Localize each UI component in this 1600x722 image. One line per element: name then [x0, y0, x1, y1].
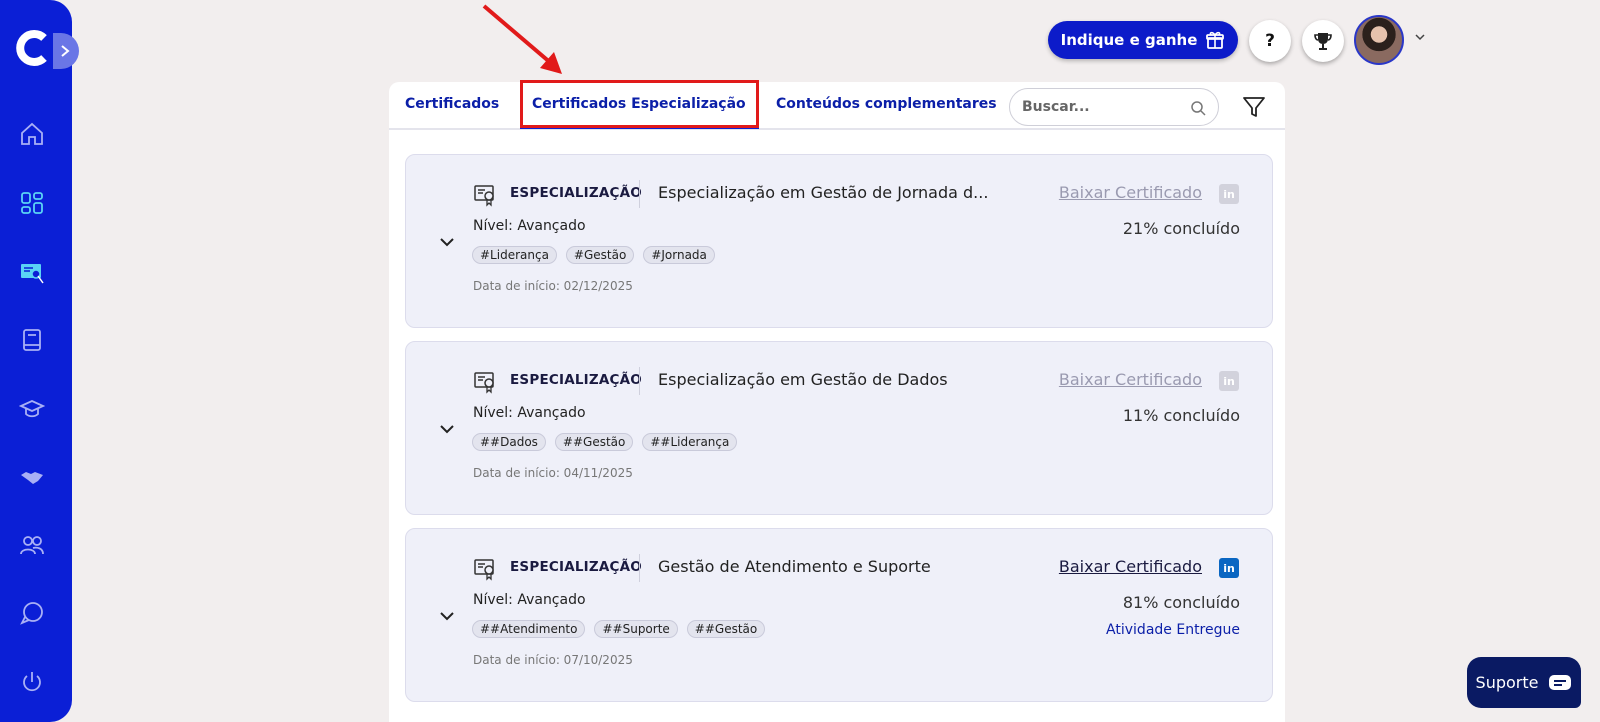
indique-label: Indique e ganhe [1060, 31, 1198, 49]
chevron-down-icon[interactable] [438, 420, 456, 438]
chat-bubble-icon [1549, 674, 1572, 690]
download-certificate-link[interactable]: Baixar Certificado [1059, 183, 1202, 202]
linkedin-icon[interactable]: in [1219, 184, 1239, 204]
users-icon[interactable] [18, 531, 46, 559]
search-box [1009, 88, 1219, 126]
download-certificate-link[interactable]: Baixar Certificado [1059, 557, 1202, 576]
certificate-icon[interactable] [18, 258, 46, 286]
annotation-highlight-box [520, 80, 759, 128]
tag-list: ##Atendimento ##Suporte ##Gestão [472, 620, 766, 638]
start-date: Data de início: 04/11/2025 [473, 466, 633, 480]
tab-certificados[interactable]: Certificados [405, 96, 499, 112]
course-type: ESPECIALIZAÇÃO [510, 372, 642, 388]
sidebar [0, 0, 79, 722]
course-title: Gestão de Atendimento e Suporte [658, 557, 931, 576]
divider [639, 367, 640, 395]
tag: ##Gestão [554, 433, 634, 451]
status-text: Atividade Entregue [1106, 622, 1240, 638]
search-icon[interactable] [1190, 100, 1206, 116]
dashboard-icon[interactable] [18, 189, 46, 217]
start-date: Data de início: 07/10/2025 [473, 653, 633, 667]
course-type: ESPECIALIZAÇÃO [510, 559, 642, 575]
indique-e-ganhe-button[interactable]: Indique e ganhe [1048, 21, 1238, 59]
tag-list: #Liderança #Gestão #Jornada [472, 246, 715, 264]
trophy-button[interactable] [1302, 20, 1344, 62]
chevron-down-icon[interactable] [1413, 30, 1427, 44]
start-date: Data de início: 02/12/2025 [473, 279, 633, 293]
linkedin-icon[interactable]: in [1219, 558, 1239, 578]
suporte-label: Suporte [1475, 673, 1539, 692]
power-icon[interactable] [18, 668, 46, 696]
sidebar-expand-button[interactable] [53, 33, 79, 69]
specialization-card: ESPECIALIZAÇÃO Especialização em Gestão … [405, 341, 1273, 515]
tag: #Jornada [643, 246, 715, 264]
tag: ##Suporte [594, 620, 678, 638]
suporte-button[interactable]: Suporte [1467, 657, 1581, 708]
linkedin-icon[interactable]: in [1219, 371, 1239, 391]
tag-list: ##Dados ##Gestão ##Liderança [472, 433, 738, 451]
certificate-icon [474, 559, 494, 581]
tag: ##Liderança [642, 433, 738, 451]
tag: ##Dados [472, 433, 546, 451]
home-icon[interactable] [18, 120, 46, 148]
course-title: Especialização em Gestão de Dados [658, 370, 948, 389]
specialization-card: ESPECIALIZAÇÃO Gestão de Atendimento e S… [405, 528, 1273, 702]
chevron-down-icon[interactable] [438, 607, 456, 625]
gift-icon [1206, 31, 1225, 49]
course-title: Especialização em Gestão de Jornada d... [658, 183, 989, 202]
tag: #Gestão [565, 246, 635, 264]
tag: ##Atendimento [472, 620, 586, 638]
certificate-icon [474, 372, 494, 394]
certificates-panel: Certificados Certificados Especialização… [389, 80, 1285, 722]
divider [639, 554, 640, 582]
progress-text: 21% concluído [1122, 219, 1240, 238]
c-logo-icon[interactable] [16, 30, 48, 66]
download-certificate-link[interactable]: Baixar Certificado [1059, 370, 1202, 389]
tag: #Liderança [472, 246, 557, 264]
progress-text: 81% concluído [1122, 593, 1240, 612]
chevron-down-icon[interactable] [438, 233, 456, 251]
trophy-icon [1314, 33, 1332, 50]
avatar[interactable] [1354, 15, 1404, 65]
chat-icon[interactable] [18, 599, 46, 627]
graduation-cap-icon[interactable] [18, 395, 46, 423]
certificate-icon [474, 185, 494, 207]
handshake-icon[interactable] [18, 463, 46, 491]
tag: ##Gestão [686, 620, 766, 638]
specialization-card: ESPECIALIZAÇÃO Especialização em Gestão … [405, 154, 1273, 328]
course-level: Nível: Avançado [473, 592, 586, 608]
annotation-arrow [482, 4, 562, 74]
help-label: ? [1265, 31, 1275, 51]
course-level: Nível: Avançado [473, 405, 586, 421]
filter-icon[interactable] [1241, 94, 1267, 120]
tab-conteudos-complementares[interactable]: Conteúdos complementares [776, 96, 997, 112]
tabs-bar: Certificados Certificados Especialização… [389, 80, 1285, 130]
course-level: Nível: Avançado [473, 218, 586, 234]
progress-text: 11% concluído [1122, 406, 1240, 425]
chevron-right-icon [61, 45, 70, 57]
divider [639, 180, 640, 208]
help-button[interactable]: ? [1249, 20, 1291, 62]
book-icon[interactable] [18, 326, 46, 354]
search-input[interactable] [1022, 99, 1182, 115]
course-type: ESPECIALIZAÇÃO [510, 185, 642, 201]
